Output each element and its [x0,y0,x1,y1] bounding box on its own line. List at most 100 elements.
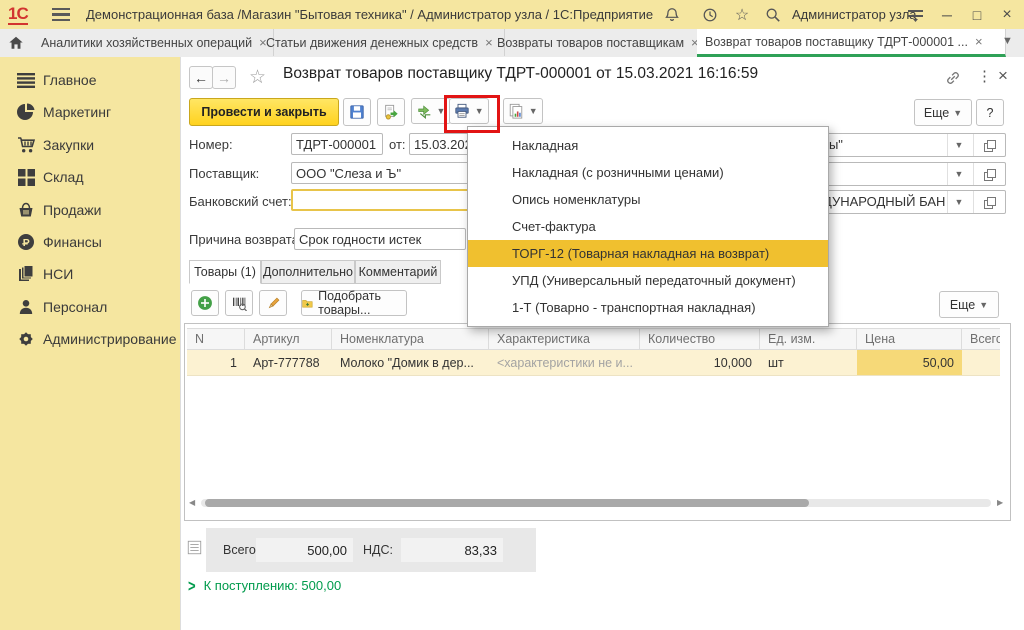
tab-close-icon[interactable]: × [975,34,983,49]
pick-goods-button[interactable]: Подобрать товары... [301,290,407,316]
current-user-label[interactable]: Администратор узла [792,7,917,22]
main-menu-icon[interactable] [52,8,70,21]
post-and-close-button[interactable]: Провести и закрыть [189,98,339,126]
supplier-label: Поставщик: [189,166,259,181]
scroll-right-icon[interactable]: ▶ [997,498,1003,507]
col-header-unit[interactable]: Ед. изм. [760,328,857,350]
menu-item-schet-faktura[interactable]: Счет-фактура [468,213,828,240]
edit-row-button[interactable] [259,290,287,316]
menu-item-opis[interactable]: Опись номенклатуры [468,186,828,213]
scrollbar-thumb[interactable] [205,499,809,507]
col-header-article[interactable]: Артикул [245,328,332,350]
kebab-menu-icon[interactable]: ⋮ [977,67,992,85]
row-cell-article[interactable]: Арт-777788 [245,350,332,376]
sidebar-item-nsi[interactable]: НСИ [0,263,180,285]
row-cell-characteristic[interactable]: <характеристики не и... [489,350,640,376]
menu-item-torg12-highlighted[interactable]: ТОРГ-12 (Товарная накладная на возврат) [468,240,828,267]
search-icon[interactable] [763,5,783,25]
col-header-quantity[interactable]: Количество [640,328,760,350]
chevron-down-icon[interactable]: ▼ [947,134,970,156]
sidebar-item-sales[interactable]: Продажи [0,199,180,221]
sidebar-item-personnel[interactable]: Персонал [0,296,180,318]
scroll-left-icon[interactable]: ◀ [189,498,195,507]
receipt-link-label: К поступлению: 500,00 [204,578,342,593]
organization-field[interactable]: ты" ▼ [819,133,1006,157]
open-value-icon[interactable] [973,134,1004,156]
gear-icon [16,329,36,349]
open-value-icon[interactable] [973,191,1004,213]
counterparty-bank-field[interactable]: ДУНАРОДНЫЙ БАНК РА ▼ [819,190,1006,214]
sidebar-item-label: Закупки [43,137,94,153]
print-dropdown-menu: Накладная Накладная (с розничными ценами… [467,126,829,327]
notifications-bell-icon[interactable] [662,5,682,25]
minimize-button[interactable]: ─ [938,6,956,24]
sidebar-item-finance[interactable]: Р Финансы [0,231,180,253]
chevron-down-icon: ▼ [979,300,988,310]
open-value-icon[interactable] [973,163,1004,185]
tab-returns-list[interactable]: Возвраты товаров поставщикам × [489,29,713,56]
tab-label: Возврат товаров поставщику ТДРТ-000001 .… [705,35,968,49]
help-button[interactable]: ? [976,99,1004,126]
barcode-icon [232,296,247,311]
horizontal-scrollbar[interactable]: ◀ ▶ [187,496,1005,509]
home-tab[interactable] [0,29,32,57]
chevron-down-icon[interactable]: ▼ [947,163,970,185]
tab-additional[interactable]: Дополнительно [261,260,355,284]
functions-menu-icon[interactable] [905,5,925,25]
link-icon[interactable] [945,70,961,89]
totals-list-icon[interactable] [187,540,202,558]
tab-goods[interactable]: Товары (1) [189,260,261,284]
history-icon[interactable] [700,5,720,25]
back-button[interactable]: ← [189,66,213,89]
tab-list-dropdown-icon[interactable]: ▼ [1002,35,1013,47]
sidebar-item-warehouse[interactable]: Склад [0,166,180,188]
number-input[interactable]: ТДРТ-000001 [291,133,383,155]
col-header-price[interactable]: Цена [857,328,962,350]
menu-item-upd[interactable]: УПД (Универсальный передаточный документ… [468,267,828,294]
sidebar-item-label: Персонал [43,299,107,315]
row-cell-n[interactable]: 1 [187,350,245,376]
post-document-button[interactable] [377,98,405,126]
floppy-icon [349,104,365,120]
sidebar-item-purchases[interactable]: Закупки [0,134,180,156]
menu-item-nakladnaya[interactable]: Накладная [468,132,828,159]
close-window-button[interactable]: × [998,6,1016,24]
toolbar-more-button[interactable]: Еще▼ [914,99,972,126]
forward-button[interactable]: → [212,66,236,89]
close-document-icon[interactable]: × [998,66,1008,86]
favorites-star-icon[interactable]: ☆ [732,5,752,25]
col-header-total[interactable]: Всего [962,328,1000,350]
barcode-scan-button[interactable] [225,290,253,316]
tab-comment[interactable]: Комментарий [355,260,441,284]
favorite-star-icon[interactable]: ☆ [249,66,266,89]
row-cell-nomenclature[interactable]: Молоко "Домик в дер... [332,350,489,376]
tab-cashflow-items[interactable]: Статьи движения денежных средств × [258,29,505,56]
menu-item-nakladnaya-retail[interactable]: Накладная (с розничными ценами) [468,159,828,186]
items-more-button[interactable]: Еще ▼ [939,291,999,318]
row-cell-unit[interactable]: шт [760,350,857,376]
more-label: Еще [950,298,975,312]
tab-analytics[interactable]: Аналитики хозяйственных операций × [33,29,274,56]
receipt-expand-link[interactable]: > К поступлению: 500,00 [188,578,341,593]
return-reason-input[interactable]: Срок годности истек [294,228,466,250]
sidebar-item-marketing[interactable]: Маркетинг [0,101,180,123]
maximize-button[interactable]: □ [968,6,986,24]
menu-item-1t[interactable]: 1-Т (Товарно - транспортная накладная) [468,294,828,321]
col-header-characteristic[interactable]: Характеристика [489,328,640,350]
warehouse-field[interactable]: " ▼ [819,162,1006,186]
col-header-nomenclature[interactable]: Номенклатура [332,328,489,350]
save-button[interactable] [343,98,371,126]
tab-return-document[interactable]: Возврат товаров поставщику ТДРТ-000001 .… [697,29,1006,57]
sidebar-item-main[interactable]: Главное [0,69,180,91]
row-cell-total[interactable] [962,350,1000,376]
svg-text:Р: Р [23,237,30,249]
1c-enterprise-window: 1С Демонстрационная база /Магазин "Бытов… [0,0,1024,630]
sidebar-item-administration[interactable]: Администрирование [0,328,180,350]
tab-label: Статьи движения денежных средств [266,36,478,50]
reports-button[interactable]: ▼ [503,98,543,124]
add-row-button[interactable] [191,290,219,316]
col-header-n[interactable]: N [187,328,245,350]
row-cell-price[interactable]: 50,00 [857,350,962,376]
chevron-down-icon[interactable]: ▼ [947,191,970,213]
row-cell-quantity[interactable]: 10,000 [640,350,760,376]
